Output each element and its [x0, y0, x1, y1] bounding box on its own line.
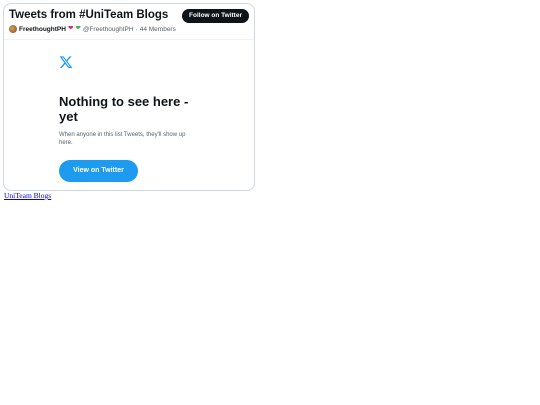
- twitter-list-widget: Tweets from #UniTeam Blogs Follow on Twi…: [3, 3, 255, 191]
- owner-handle[interactable]: @FreethoughtPH: [83, 26, 134, 33]
- x-logo-icon: [59, 56, 73, 68]
- follow-on-twitter-button[interactable]: Follow on Twitter: [182, 9, 249, 23]
- red-heart-icon: ❤: [67, 24, 74, 32]
- green-heart-icon: ❤: [75, 24, 81, 32]
- widget-body: Nothing to see here - yet When anyone in…: [4, 39, 254, 190]
- widget-header: Tweets from #UniTeam Blogs Follow on Twi…: [4, 4, 254, 40]
- view-on-twitter-button[interactable]: View on Twitter: [59, 160, 138, 182]
- owner-avatar[interactable]: [9, 25, 17, 33]
- list-title[interactable]: Tweets from #UniTeam Blogs: [9, 9, 168, 21]
- separator: ·: [135, 25, 138, 33]
- members-count[interactable]: 44 Members: [140, 26, 176, 33]
- owner-name[interactable]: FreethoughtPH: [19, 26, 66, 33]
- uniteam-blogs-link[interactable]: UniTeam Blogs: [4, 191, 51, 200]
- empty-state-description: When anyone in this list Tweets, they'll…: [59, 132, 186, 146]
- list-owner-line: FreethoughtPH ❤ ❤ @FreethoughtPH · 44 Me…: [9, 25, 176, 33]
- empty-state-title: Nothing to see here - yet: [59, 94, 189, 124]
